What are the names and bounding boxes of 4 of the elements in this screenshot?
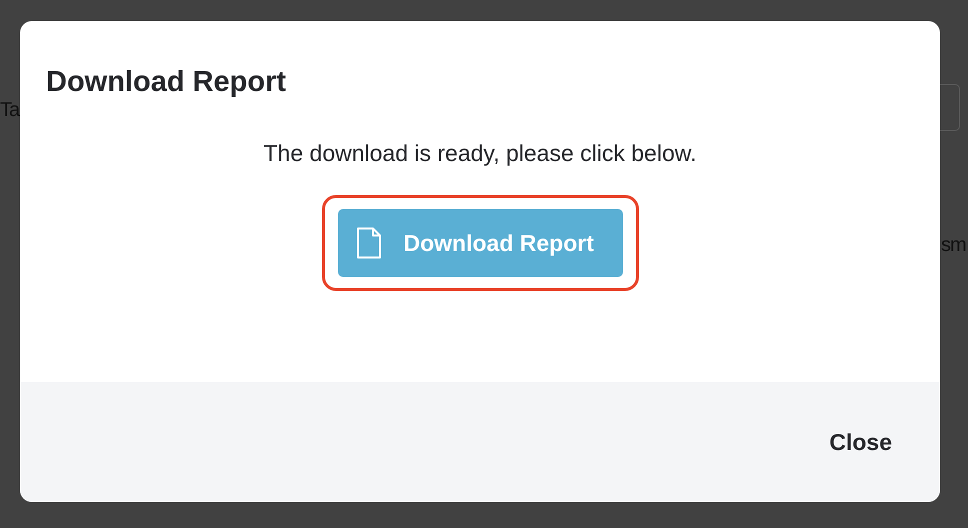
close-button[interactable]: Close	[821, 418, 900, 466]
dialog-message: The download is ready, please click below.	[264, 138, 696, 168]
document-icon	[356, 227, 382, 260]
dialog-title: Download Report	[45, 65, 288, 100]
